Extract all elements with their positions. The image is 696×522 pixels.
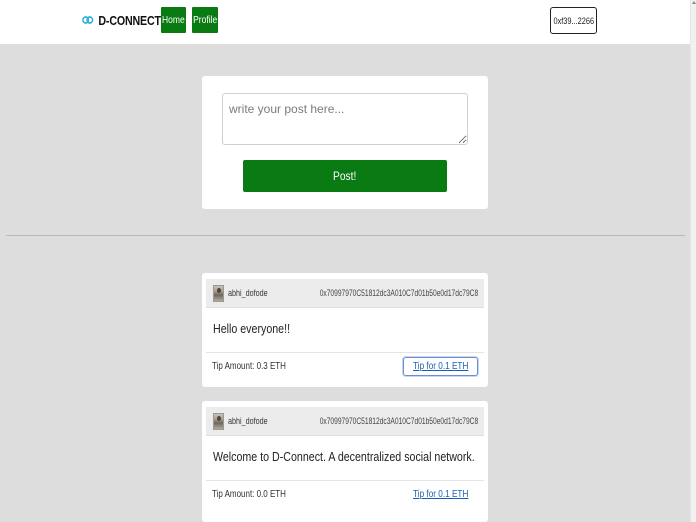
tip-amount: Tip Amount: 0.0 ETH [212,489,286,500]
post-header: abhi_dofode 0x70997970C51812dc3A010C7d01… [206,279,484,308]
post-username: abhi_dofode [228,288,268,298]
user-avatar [213,285,224,302]
scroll-up-arrow-icon[interactable] [692,1,696,4]
post-card: abhi_dofode 0x70997970C51812dc3A010C7d01… [202,273,488,387]
post-author-address: 0x70997970C51812dc3A010C7d01b50e0d17dc79… [319,288,478,298]
tip-button[interactable]: Tip for 0.1 ETH [402,357,478,376]
post-content: Welcome to D-Connect. A decentralized so… [213,449,475,464]
tip-amount: Tip Amount: 0.3 ETH [212,361,286,372]
compose-card: Post! [202,76,488,209]
post-button-label: Post! [333,169,357,183]
brand-logo[interactable]: D-CONNECT [82,12,161,28]
home-button[interactable]: Home [161,7,186,33]
post-header: abhi_dofode 0x70997970C51812dc3A010C7d01… [206,407,484,436]
post-footer: Tip Amount: 0.0 ETH Tip for 0.1 ETH [206,480,484,508]
link-chain-icon [82,16,94,24]
tip-button-label: Tip for 0.1 ETH [412,489,468,500]
post-content: Hello everyone!! [213,321,291,336]
page-scrollbar[interactable] [690,0,696,522]
tip-button-label: Tip for 0.1 ETH [412,361,468,372]
profile-button-label: Profile [192,14,218,26]
post-username: abhi_dofode [228,416,268,426]
post-footer: Tip Amount: 0.3 ETH Tip for 0.1 ETH [206,352,484,380]
post-card: abhi_dofode 0x70997970C51812dc3A010C7d01… [202,401,488,522]
user-avatar [213,413,224,430]
post-author-address: 0x70997970C51812dc3A010C7d01b50e0d17dc79… [319,416,478,426]
post-button[interactable]: Post! [243,160,447,192]
section-divider [6,235,685,236]
account-address: 0xf39...2266 [553,15,594,26]
top-navbar: D-CONNECT Home Profile 0xf39...2266 [0,0,690,44]
home-button-label: Home [162,14,185,26]
profile-button[interactable]: Profile [192,7,218,33]
brand-name: D-CONNECT [98,12,161,28]
tip-button[interactable]: Tip for 0.1 ETH [403,485,478,504]
account-address-button[interactable]: 0xf39...2266 [550,7,597,34]
post-input[interactable] [222,93,468,145]
